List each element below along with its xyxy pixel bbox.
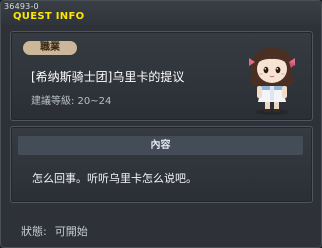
status-label: 狀態: — [21, 225, 47, 238]
quest-name: [希纳斯骑士团]乌里卡的提议 — [31, 70, 185, 84]
job-badge: 職業 — [23, 41, 77, 55]
quest-info-window: 36493-0 QUEST INFO 職業 [希纳斯骑士团]乌里卡的提议 建議等… — [0, 0, 322, 248]
quest-content-panel: 內容 怎么回事。听听乌里卡怎么说吧。 — [10, 126, 313, 203]
title-bar[interactable]: 36493-0 QUEST INFO — [1, 1, 321, 25]
recommended-level: 建議等級: 20~24 — [31, 96, 112, 107]
quest-summary-panel: 職業 [希纳斯骑士团]乌里卡的提议 建議等級: 20~24 — [10, 31, 313, 121]
npc-girl-portrait-icon — [239, 44, 305, 116]
quest-status: 狀態: 可開始 — [21, 223, 96, 239]
content-text: 怎么回事。听听乌里卡怎么说吧。 — [32, 172, 197, 185]
content-header: 內容 — [18, 136, 303, 155]
quest-id: 36493-0 — [4, 2, 39, 11]
npc-sprite — [249, 48, 295, 115]
status-value: 可開始 — [54, 225, 88, 238]
window-title: QUEST INFO — [13, 11, 85, 22]
